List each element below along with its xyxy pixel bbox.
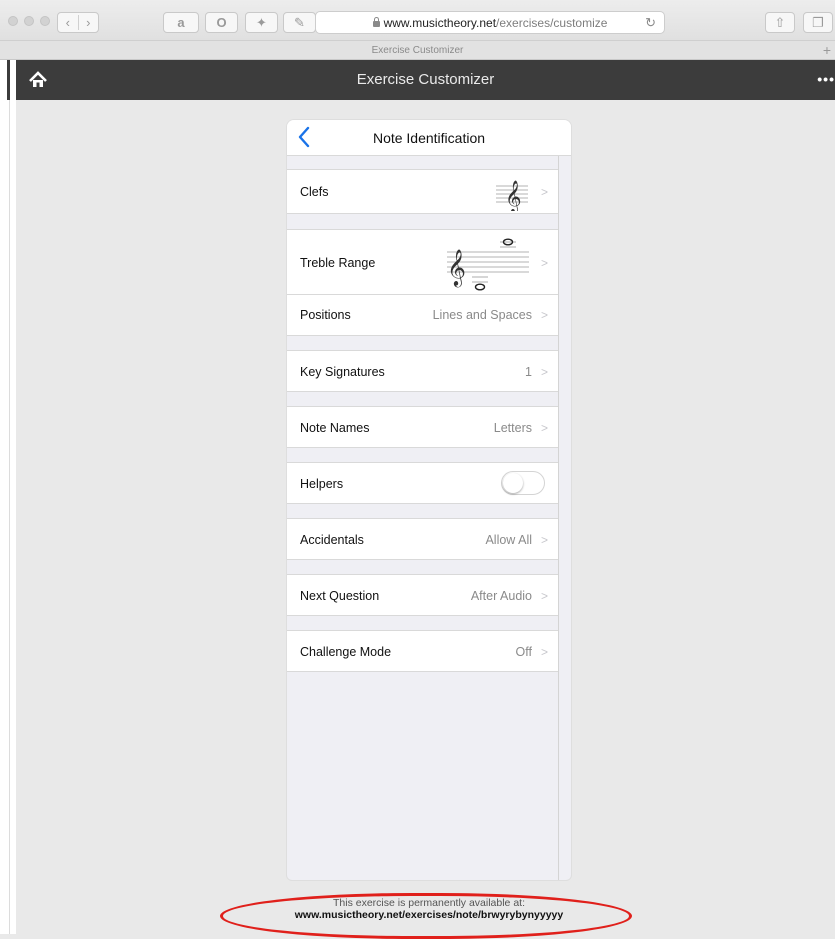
row-label: Treble Range	[300, 256, 376, 270]
left-gutter	[0, 60, 16, 934]
reload-icon[interactable]: ↻	[645, 15, 656, 31]
row-label: Next Question	[300, 589, 380, 603]
row-value: Lines and Spaces	[432, 308, 532, 322]
row-label: Accidentals	[300, 533, 364, 547]
card-title: Note Identification	[372, 130, 486, 146]
notes-extension-button[interactable]: ✎	[283, 12, 316, 33]
notes-icon: ✎	[294, 14, 305, 30]
amazon-icon: a	[177, 15, 185, 30]
zoom-window-button[interactable]	[40, 16, 50, 26]
row-accidentals[interactable]: Accidentals Allow All >	[287, 518, 558, 560]
row-value: Letters	[493, 421, 532, 435]
opera-extension-button[interactable]: O	[205, 12, 238, 33]
bookmark-icon: ✦	[256, 14, 267, 30]
chevron-right-icon: >	[540, 645, 548, 659]
treble-range-staff-icon: 𝄞	[447, 238, 529, 291]
row-note-names[interactable]: Note Names Letters >	[287, 406, 558, 448]
bookmark-extension-button[interactable]: ✦	[245, 12, 278, 33]
toggle-knob	[503, 473, 523, 493]
lock-icon	[372, 16, 380, 27]
row-label: Challenge Mode	[300, 645, 392, 659]
row-positions[interactable]: Positions Lines and Spaces >	[287, 295, 558, 336]
forward-icon[interactable]: ›	[79, 15, 99, 30]
minimize-window-button[interactable]	[24, 16, 34, 26]
row-value: 1	[525, 365, 532, 379]
chevron-right-icon: >	[540, 308, 548, 322]
row-clefs[interactable]: Clefs 𝄞 >	[287, 169, 558, 214]
row-value: Off	[515, 645, 532, 659]
row-label: Helpers	[300, 477, 344, 491]
tab-title[interactable]: Exercise Customizer	[0, 45, 835, 56]
svg-text:𝄞: 𝄞	[505, 180, 522, 211]
scroll-track	[558, 156, 559, 880]
share-button[interactable]: ⇧	[765, 12, 795, 33]
chevron-right-icon: >	[540, 533, 548, 547]
header-title: Exercise Customizer	[356, 71, 495, 88]
more-icon[interactable]: •••	[817, 71, 835, 87]
card-header: Note Identification	[287, 120, 571, 156]
amazon-bookmark-button[interactable]: a	[163, 12, 199, 33]
tabs-icon: ❐	[812, 14, 824, 30]
row-label: Key Signatures	[300, 365, 385, 379]
row-next-question[interactable]: Next Question After Audio >	[287, 574, 558, 616]
svg-text:𝄞: 𝄞	[447, 248, 466, 287]
gutter-rule	[9, 100, 10, 934]
row-label: Note Names	[300, 421, 370, 435]
address-bar[interactable]: www.musictheory.net/exercises/customize …	[315, 11, 665, 34]
chevron-right-icon: >	[540, 185, 548, 199]
back-forward-buttons: ‹ ›	[57, 12, 99, 33]
row-helpers: Helpers	[287, 462, 558, 504]
new-tab-icon[interactable]: +	[823, 42, 831, 58]
chevron-right-icon: >	[540, 256, 548, 270]
back-icon[interactable]: ‹	[58, 15, 79, 30]
chevron-right-icon: >	[540, 589, 548, 603]
row-label: Positions	[300, 308, 351, 322]
row-value: Allow All	[485, 533, 532, 547]
row-value: After Audio	[470, 589, 532, 603]
row-key-signatures[interactable]: Key Signatures 1 >	[287, 350, 558, 392]
row-challenge-mode[interactable]: Challenge Mode Off >	[287, 630, 558, 672]
opera-icon: O	[216, 15, 227, 30]
treble-clef-icon: 𝄞	[496, 180, 528, 211]
chevron-right-icon: >	[540, 421, 548, 435]
tabs-overview-button[interactable]: ❐	[803, 12, 833, 33]
close-window-button[interactable]	[8, 16, 18, 26]
app-header: Exercise Customizer •••	[16, 60, 835, 100]
tab-strip: Exercise Customizer +	[0, 40, 835, 60]
gutter-mark	[7, 60, 10, 100]
chevron-right-icon: >	[540, 365, 548, 379]
share-icon: ⇧	[774, 14, 786, 30]
url-host: www.musictheory.net	[383, 15, 497, 30]
exercise-settings-card: Note Identification Clefs 𝄞 > Treble Ran…	[287, 120, 571, 880]
browser-toolbar: ‹ › a O ✦ ✎ www.musictheory.net/exercise…	[0, 0, 835, 40]
row-label: Clefs	[300, 185, 329, 199]
row-treble-range[interactable]: Treble Range 𝄞 >	[287, 229, 558, 295]
url-path: /exercises/customize	[496, 15, 608, 30]
red-highlight-annotation	[220, 893, 632, 939]
helpers-toggle[interactable]	[501, 471, 545, 495]
